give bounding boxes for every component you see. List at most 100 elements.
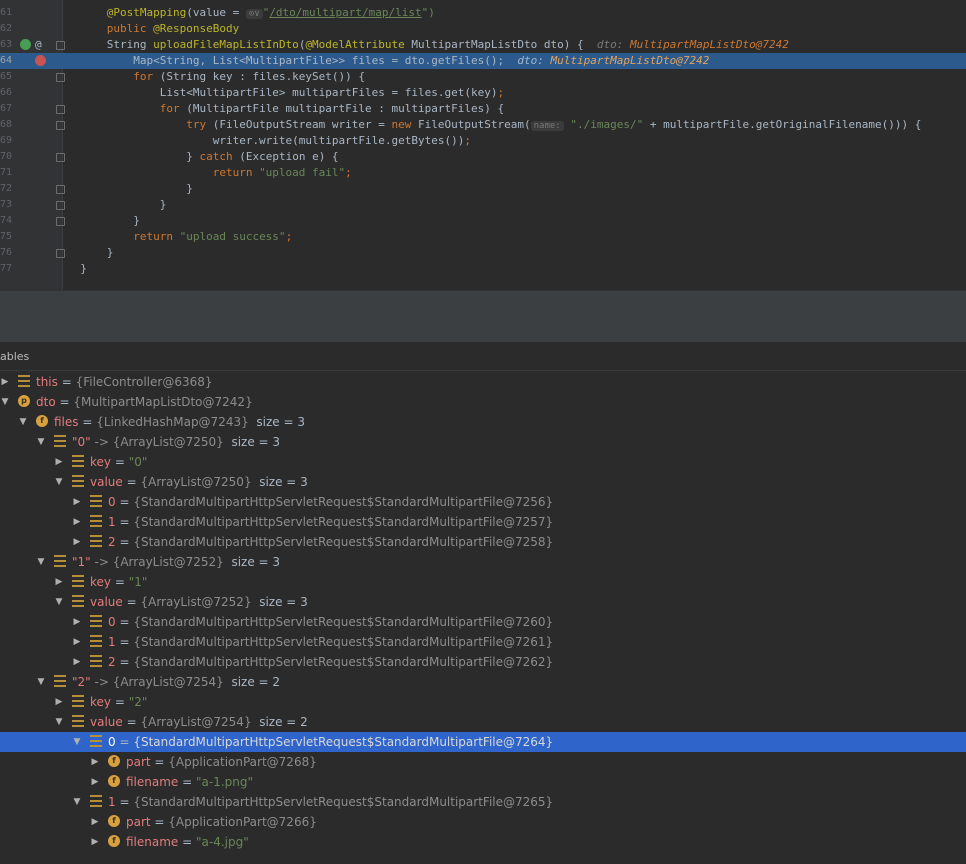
code-token: Map<String, List<MultipartFile>> files =…: [133, 54, 518, 67]
code-line[interactable]: 70 } catch (Exception e) {: [0, 149, 966, 165]
code-editor[interactable]: 61 @PostMapping(value = ⊙∨ "/dto/multipar…: [0, 0, 966, 290]
expand-arrow-down-icon[interactable]: ▼: [72, 732, 82, 752]
fold-marker-icon[interactable]: [56, 121, 65, 130]
code-line[interactable]: 68 try (FileOutputStream writer = new Fi…: [0, 117, 966, 133]
code-line[interactable]: 63 @ String uploadFileMapListInDto(@Model…: [0, 37, 966, 53]
variable-row[interactable]: ▶ this = {FileController@6368}: [0, 372, 966, 392]
code-line[interactable]: 74 }: [0, 213, 966, 229]
code-token: FileOutputStream(: [418, 118, 531, 131]
expand-arrow-down-icon[interactable]: ▼: [54, 712, 64, 732]
variable-row[interactable]: ▶ 2 = {StandardMultipartHttpServletReques…: [0, 652, 966, 672]
fold-marker-icon[interactable]: [56, 105, 65, 114]
variable-row[interactable]: ▶ 2 = {StandardMultipartHttpServletReques…: [0, 532, 966, 552]
fold-marker-icon[interactable]: [56, 73, 65, 82]
code-text: return "upload success";: [67, 229, 292, 245]
code-token: for: [159, 102, 187, 115]
fold-marker-icon[interactable]: [56, 41, 65, 50]
code-line[interactable]: 75 return "upload success";: [0, 229, 966, 245]
expand-arrow-down-icon[interactable]: ▼: [36, 552, 46, 572]
expand-arrow-right-icon[interactable]: ▶: [72, 652, 82, 672]
implemented-method-icon[interactable]: [20, 39, 31, 50]
annotation-marker-icon[interactable]: @: [35, 37, 42, 53]
code-token: (FileOutputStream writer =: [212, 118, 392, 131]
variable-row[interactable]: ▼ value = {ArrayList@7254} size = 2: [0, 712, 966, 732]
code-line[interactable]: 66 List<MultipartFile> multipartFiles = …: [0, 85, 966, 101]
fold-marker-icon[interactable]: [56, 153, 65, 162]
fold-marker-icon[interactable]: [56, 249, 65, 258]
expand-arrow-right-icon[interactable]: ▶: [72, 492, 82, 512]
variable-value: "0": [128, 455, 148, 469]
expand-arrow-right-icon[interactable]: ▶: [72, 612, 82, 632]
variable-row[interactable]: ▼ f files = {LinkedHashMap@7243} size = 3: [0, 412, 966, 432]
code-line[interactable]: 76 }: [0, 245, 966, 261]
fold-marker-icon[interactable]: [56, 185, 65, 194]
variable-row[interactable]: ▶ f part = {ApplicationPart@7268}: [0, 752, 966, 772]
expand-arrow-down-icon[interactable]: ▼: [0, 392, 10, 412]
variable-row[interactable]: ▶ 0 = {StandardMultipartHttpServletReques…: [0, 612, 966, 632]
variable-row[interactable]: ▼ "1" -> {ArrayList@7252} size = 3: [0, 552, 966, 572]
expand-arrow-right-icon[interactable]: ▶: [54, 452, 64, 472]
equals-sign: =: [122, 715, 141, 729]
code-line[interactable]: 73 }: [0, 197, 966, 213]
equals-sign: =: [55, 395, 74, 409]
variable-row[interactable]: ▼ 1 = {StandardMultipartHttpServletReques…: [0, 792, 966, 812]
variable-row[interactable]: ▶ 0 = {StandardMultipartHttpServletReques…: [0, 492, 966, 512]
variable-row[interactable]: ▼ value = {ArrayList@7252} size = 3: [0, 592, 966, 612]
variable-row[interactable]: ▼ value = {ArrayList@7250} size = 3: [0, 472, 966, 492]
code-line[interactable]: 62 public @ResponseBody: [0, 21, 966, 37]
expand-arrow-right-icon[interactable]: ▶: [90, 812, 100, 832]
variable-row[interactable]: ▶ 1 = {StandardMultipartHttpServletReques…: [0, 632, 966, 652]
code-line[interactable]: 61 @PostMapping(value = ⊙∨ "/dto/multipar…: [0, 5, 966, 21]
code-token: name:: [530, 121, 564, 131]
line-number: 70: [0, 151, 13, 162]
variable-row[interactable]: ▼ "2" -> {ArrayList@7254} size = 2: [0, 672, 966, 692]
code-line[interactable]: 67 for (MultipartFile multipartFile : mu…: [0, 101, 966, 117]
code-token: MultipartMapListDto@7242: [629, 38, 789, 51]
variable-row[interactable]: ▶ f filename = "a-1.png": [0, 772, 966, 792]
expand-arrow-down-icon[interactable]: ▼: [36, 672, 46, 692]
expand-arrow-right-icon[interactable]: ▶: [54, 692, 64, 712]
line-number: 65: [0, 71, 13, 82]
expand-arrow-right-icon[interactable]: ▶: [90, 832, 100, 852]
expand-arrow-right-icon[interactable]: ▶: [90, 752, 100, 772]
variable-row[interactable]: ▶ f filename = "a-4.jpg": [0, 832, 966, 852]
expand-arrow-right-icon[interactable]: ▶: [72, 632, 82, 652]
expand-arrow-down-icon[interactable]: ▼: [54, 472, 64, 492]
variable-name: value: [90, 715, 123, 729]
variable-row[interactable]: ▶ key = "0": [0, 452, 966, 472]
code-line[interactable]: 69 writer.write(multipartFile.getBytes()…: [0, 133, 966, 149]
equals-sign: =: [178, 775, 196, 789]
expand-arrow-right-icon[interactable]: ▶: [72, 512, 82, 532]
fold-marker-icon[interactable]: [56, 201, 65, 210]
breakpoint-icon[interactable]: [35, 55, 46, 66]
expand-arrow-down-icon[interactable]: ▼: [54, 592, 64, 612]
code-line[interactable]: 72 }: [0, 181, 966, 197]
expand-arrow-down-icon[interactable]: ▼: [36, 432, 46, 452]
expand-arrow-down-icon[interactable]: ▼: [72, 792, 82, 812]
code-line[interactable]: 71 return "upload fail";: [0, 165, 966, 181]
variable-entry: key = "0": [90, 452, 147, 472]
code-line[interactable]: 64 Map<String, List<MultipartFile>> file…: [0, 53, 966, 69]
code-line[interactable]: 77 }: [0, 261, 966, 277]
variable-entry: 0 = {StandardMultipartHttpServletRequest…: [108, 732, 553, 752]
variable-row[interactable]: ▶ f part = {ApplicationPart@7266}: [0, 812, 966, 832]
variable-row[interactable]: ▶ key = "1": [0, 572, 966, 592]
toolwindow-divider[interactable]: [0, 290, 966, 318]
variable-row[interactable]: ▶ 1 = {StandardMultipartHttpServletReques…: [0, 512, 966, 532]
equals-sign: =: [111, 575, 129, 589]
variable-name: "2": [72, 675, 91, 689]
expand-arrow-right-icon[interactable]: ▶: [72, 532, 82, 552]
expand-arrow-down-icon[interactable]: ▼: [18, 412, 28, 432]
field-lines-icon: [90, 635, 102, 647]
variable-row[interactable]: ▼ "0" -> {ArrayList@7250} size = 3: [0, 432, 966, 452]
expand-arrow-right-icon[interactable]: ▶: [54, 572, 64, 592]
code-line[interactable]: 65 for (String key : files.keySet()) {: [0, 69, 966, 85]
variable-name: 1: [108, 515, 116, 529]
variable-row[interactable]: ▼ 0 = {StandardMultipartHttpServletReques…: [0, 732, 966, 752]
variable-row[interactable]: ▶ key = "2": [0, 692, 966, 712]
expand-arrow-right-icon[interactable]: ▶: [90, 772, 100, 792]
variable-row[interactable]: ▼ p dto = {MultipartMapListDto@7242}: [0, 392, 966, 412]
equals-sign: =: [111, 695, 129, 709]
fold-marker-icon[interactable]: [56, 217, 65, 226]
expand-arrow-right-icon[interactable]: ▶: [0, 372, 10, 392]
